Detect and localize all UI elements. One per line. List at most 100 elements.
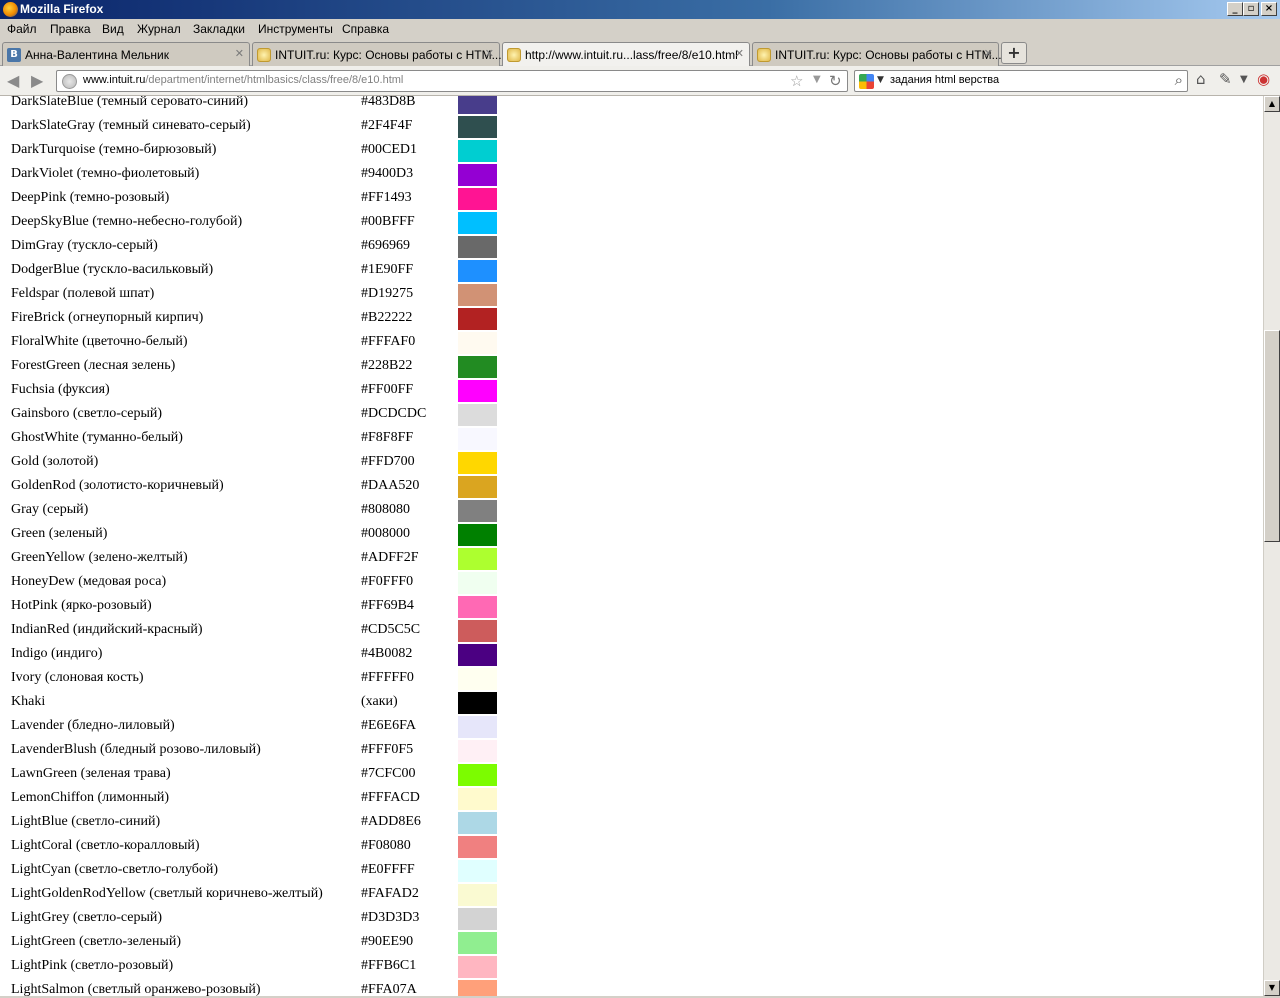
color-swatch xyxy=(458,572,497,594)
color-swatch xyxy=(458,284,497,306)
color-code: #CD5C5C xyxy=(361,622,421,637)
url-text[interactable]: www.intuit.ru/department/internet/htmlba… xyxy=(83,74,403,86)
scroll-down-arrow-icon[interactable]: ▼ xyxy=(1264,980,1280,996)
color-name: Green (зеленый) xyxy=(11,526,108,541)
window-title: Mozilla Firefox xyxy=(20,2,104,16)
close-tab-icon[interactable]: ✕ xyxy=(485,47,494,60)
color-swatch xyxy=(458,620,497,642)
home-icon[interactable]: ⌂ xyxy=(1196,70,1206,88)
color-swatch xyxy=(458,428,497,450)
menu-view[interactable]: Вид xyxy=(102,22,124,36)
color-name: DimGray (тускло-серый) xyxy=(11,238,158,253)
color-row: Green (зеленый) #008000 xyxy=(0,524,520,550)
color-row: Gold (золотой) #FFD700 xyxy=(0,452,520,478)
search-engine-dropdown-icon[interactable]: ▼ xyxy=(877,75,884,85)
restore-button[interactable]: ▫ xyxy=(1243,2,1259,16)
color-row: HotPink (ярко-розовый) #FF69B4 xyxy=(0,596,520,622)
color-row: DarkViolet (темно-фиолетовый) #9400D3 xyxy=(0,164,520,190)
tools-dropdown-icon[interactable]: ▼ xyxy=(1240,74,1248,85)
color-code: #FF69B4 xyxy=(361,598,414,613)
close-tab-icon[interactable]: ✕ xyxy=(984,47,993,60)
color-row: GhostWhite (туманно-белый) #F8F8FF xyxy=(0,428,520,454)
color-swatch xyxy=(458,956,497,978)
color-name: DarkSlateGray (темный синевато-серый) xyxy=(11,118,251,133)
color-name: GhostWhite (туманно-белый) xyxy=(11,430,183,445)
color-row: Ivory (слоновая кость) #FFFFF0 xyxy=(0,668,520,694)
close-tab-icon[interactable]: ✕ xyxy=(735,47,744,60)
menu-history[interactable]: Журнал xyxy=(137,22,181,36)
color-swatch xyxy=(458,332,497,354)
color-code: #D19275 xyxy=(361,286,414,301)
search-icon[interactable]: ⌕ xyxy=(1175,71,1183,89)
color-code: #9400D3 xyxy=(361,166,414,181)
color-row: DeepSkyBlue (темно-небесно-голубой) #00BF… xyxy=(0,212,520,238)
search-bar[interactable]: ▼ задания html верства ⌕ xyxy=(854,70,1188,92)
scroll-up-arrow-icon[interactable]: ▲ xyxy=(1264,96,1280,112)
color-code: #90EE90 xyxy=(361,934,414,949)
color-name: LightGoldenRodYellow (светлый коричнево-… xyxy=(11,886,323,901)
google-icon[interactable] xyxy=(859,74,874,89)
color-name: DarkViolet (темно-фиолетовый) xyxy=(11,166,200,181)
color-name: Gainsboro (светло-серый) xyxy=(11,406,163,421)
color-name: Feldspar (полевой шпат) xyxy=(11,286,155,301)
tab-intuit-2[interactable]: INTUIT.ru: Курс: Основы работы с HTM... … xyxy=(752,42,1002,66)
vertical-scrollbar[interactable]: ▲ ▼ xyxy=(1263,96,1280,996)
menu-help[interactable]: Справка xyxy=(342,22,389,36)
color-row: DarkSlateGray (темный синевато-серый) #2F… xyxy=(0,116,520,142)
color-swatch xyxy=(458,788,497,810)
color-name: DarkSlateBlue (темный серовато-синий) xyxy=(11,96,248,109)
tab-vk[interactable]: В Анна-Валентина Мельник ✕ xyxy=(2,42,250,66)
intuit-icon xyxy=(507,48,521,62)
menu-edit[interactable]: Правка xyxy=(50,22,91,36)
color-row: LavenderBlush (бледный розово-лиловый) #F… xyxy=(0,740,520,766)
color-swatch xyxy=(458,908,497,930)
color-name: Lavender (бледно-лиловый) xyxy=(11,718,175,733)
color-swatch xyxy=(458,476,497,498)
tab-label: INTUIT.ru: Курс: Основы работы с HTM... xyxy=(275,48,502,62)
close-button[interactable]: × xyxy=(1261,2,1277,16)
color-row: Indigo (индиго) #4B0082 xyxy=(0,644,520,670)
color-code: #FFF0F5 xyxy=(361,742,414,757)
color-row: DimGray (тускло-серый) #696969 xyxy=(0,236,520,262)
site-identity-icon[interactable] xyxy=(62,74,77,89)
color-row: Feldspar (полевой шпат) #D19275 xyxy=(0,284,520,310)
bookmark-star-icon[interactable]: ☆ xyxy=(790,72,803,90)
color-name: Gray (серый) xyxy=(11,502,89,517)
color-name: GreenYellow (зелено-желтый) xyxy=(11,550,188,565)
color-swatch xyxy=(458,96,497,114)
color-code: #FF1493 xyxy=(361,190,412,205)
color-row: LightBlue (светло-синий) #ADD8E6 xyxy=(0,812,520,838)
tab-intuit-1[interactable]: INTUIT.ru: Курс: Основы работы с HTM... … xyxy=(252,42,502,66)
color-code: #E0FFFF xyxy=(361,862,415,877)
color-swatch xyxy=(458,140,497,162)
color-row: FloralWhite (цветочно-белый) #FFFAF0 xyxy=(0,332,520,358)
tab-label: http://www.intuit.ru...lass/free/8/e10.h… xyxy=(525,48,738,62)
menu-file[interactable]: Файл xyxy=(7,22,37,36)
minimize-button[interactable]: _ xyxy=(1227,2,1243,16)
scroll-thumb[interactable] xyxy=(1264,330,1280,542)
forward-arrow-icon[interactable]: ▶ xyxy=(31,71,43,90)
color-name: LightBlue (светло-синий) xyxy=(11,814,161,829)
tools-icon[interactable]: ✎ xyxy=(1219,70,1232,88)
tab-active[interactable]: http://www.intuit.ru...lass/free/8/e10.h… xyxy=(502,42,750,67)
close-tab-icon[interactable]: ✕ xyxy=(235,47,244,60)
search-input[interactable]: задания html верства xyxy=(890,74,999,86)
color-swatch xyxy=(458,548,497,570)
url-bar[interactable]: www.intuit.ru/department/internet/htmlba… xyxy=(56,70,848,92)
color-swatch xyxy=(458,716,497,738)
menu-tools[interactable]: Инструменты xyxy=(258,22,333,36)
new-tab-button[interactable]: + xyxy=(1001,42,1027,64)
tab-label: Анна-Валентина Мельник xyxy=(25,48,169,62)
intuit-icon xyxy=(757,48,771,62)
reload-icon[interactable]: ↻ xyxy=(829,72,842,90)
back-arrow-icon[interactable]: ◀ xyxy=(7,71,19,90)
color-name: LightSalmon (светлый оранжево-розовый) xyxy=(11,982,261,996)
addon-icon[interactable]: ◉ xyxy=(1257,70,1270,88)
color-row: LightSalmon (светлый оранжево-розовый) #F… xyxy=(0,980,520,996)
color-name: LavenderBlush (бледный розово-лиловый) xyxy=(11,742,261,757)
menu-bookmarks[interactable]: Закладки xyxy=(193,22,245,36)
navigation-bar: ◀ ▶ www.intuit.ru/department/internet/ht… xyxy=(0,66,1280,96)
url-dropdown-icon[interactable]: ▼ xyxy=(813,74,821,85)
color-name: HoneyDew (медовая роса) xyxy=(11,574,167,589)
intuit-icon xyxy=(257,48,271,62)
